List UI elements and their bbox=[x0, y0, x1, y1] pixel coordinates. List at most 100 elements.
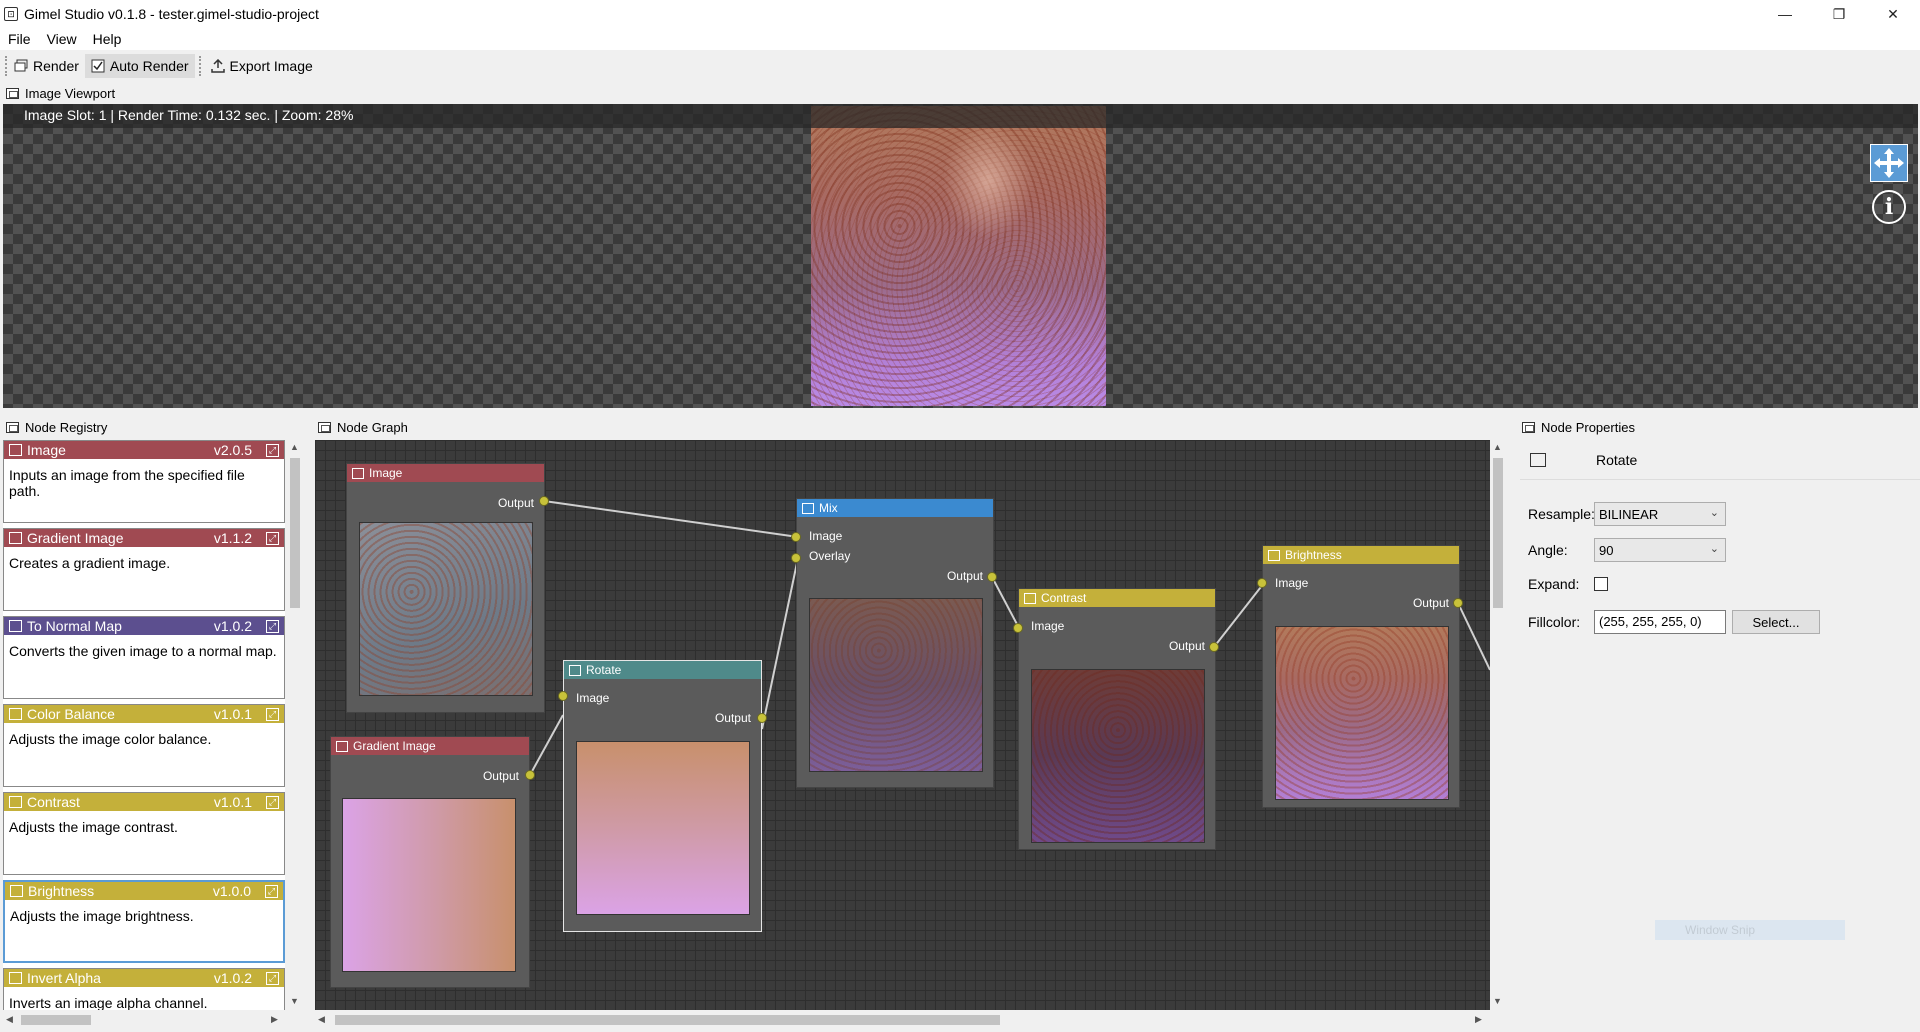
scrollbar-thumb[interactable] bbox=[335, 1015, 1000, 1025]
registry-item-gradient-image[interactable]: Gradient Image v1.1.2 ⤢ Creates a gradie… bbox=[3, 528, 285, 611]
node-header: Rotate bbox=[564, 661, 761, 679]
registry-item-header: Brightness v1.0.0 ⤢ bbox=[5, 882, 283, 900]
maximize-button[interactable]: ❐ bbox=[1812, 0, 1866, 28]
menu-bar: File View Help bbox=[0, 28, 1920, 50]
fillcolor-field[interactable]: (255, 255, 255, 0) bbox=[1594, 610, 1726, 634]
rotate-input-socket[interactable] bbox=[558, 691, 568, 701]
expand-icon[interactable]: ⤢ bbox=[266, 795, 279, 809]
registry-item-color-balance[interactable]: Color Balance v1.0.1 ⤢ Adjusts the image… bbox=[3, 704, 285, 787]
registry-item-desc: Adjusts the image color balance. bbox=[9, 731, 212, 747]
image-node-icon bbox=[10, 885, 23, 897]
registry-title: Node Registry bbox=[25, 419, 108, 435]
registry-item-desc: Adjusts the image contrast. bbox=[9, 819, 178, 835]
minimize-button[interactable]: — bbox=[1758, 0, 1812, 28]
mix-output-socket[interactable] bbox=[987, 572, 997, 582]
registry-item-header: To Normal Map v1.0.2 ⤢ bbox=[4, 617, 284, 635]
expand-icon[interactable]: ⤢ bbox=[266, 619, 279, 633]
registry-vertical-scrollbar[interactable]: ▲ ▼ bbox=[287, 440, 303, 1010]
expand-icon[interactable]: ⤢ bbox=[265, 884, 278, 898]
node-contrast[interactable]: Contrast Image Output bbox=[1018, 588, 1216, 850]
scroll-right-icon[interactable]: ▶ bbox=[1475, 1014, 1482, 1025]
panel-icon bbox=[6, 421, 19, 433]
expand-icon[interactable]: ⤢ bbox=[266, 971, 279, 985]
auto-render-toggle[interactable]: Auto Render bbox=[84, 54, 195, 78]
image-output-socket[interactable] bbox=[539, 496, 549, 506]
rotate-output-socket[interactable] bbox=[757, 713, 767, 723]
contrast-input-socket[interactable] bbox=[1013, 623, 1023, 633]
export-icon bbox=[210, 59, 225, 73]
render-preview-image bbox=[811, 106, 1106, 406]
fillcolor-label: Fillcolor: bbox=[1528, 614, 1581, 630]
registry-horizontal-scrollbar[interactable]: ◀ ▶ bbox=[3, 1012, 287, 1028]
mix-overlay-socket[interactable] bbox=[791, 553, 801, 563]
registry-item-header: Gradient Image v1.1.2 ⤢ bbox=[4, 529, 284, 547]
move-icon[interactable] bbox=[1870, 144, 1908, 182]
graph-vertical-scrollbar[interactable]: ▲ ▼ bbox=[1490, 440, 1506, 1010]
window-title: Gimel Studio v0.1.8 - tester.gimel-studi… bbox=[24, 6, 319, 22]
node-graph[interactable]: Image Output Gradient Image Output Rotat… bbox=[315, 440, 1490, 1010]
info-icon[interactable]: i bbox=[1870, 188, 1908, 226]
node-gradient-image[interactable]: Gradient Image Output bbox=[330, 736, 530, 988]
image-viewport[interactable]: Image Slot: 1 | Render Time: 0.132 sec. … bbox=[3, 104, 1918, 408]
graph-panel-title: Node Graph bbox=[318, 418, 408, 436]
output-label: Output bbox=[482, 769, 519, 783]
expand-icon[interactable]: ⤢ bbox=[266, 707, 279, 721]
render-button[interactable]: Render bbox=[8, 54, 85, 78]
registry-item-image[interactable]: Image v2.0.5 ⤢ Inputs an image from the … bbox=[3, 440, 285, 523]
menu-view[interactable]: View bbox=[39, 31, 85, 47]
registry-item-invert-alpha[interactable]: Invert Alpha v1.0.2 ⤢ Inverts an image a… bbox=[3, 968, 285, 1010]
resample-select[interactable]: BILINEAR ⌄ bbox=[1594, 502, 1726, 526]
selected-node-name: Rotate bbox=[1596, 451, 1638, 468]
scroll-up-icon[interactable]: ▲ bbox=[290, 442, 299, 452]
node-mix[interactable]: Mix Image Overlay Output bbox=[796, 498, 994, 788]
scroll-down-icon[interactable]: ▼ bbox=[290, 996, 299, 1006]
image-node-icon bbox=[569, 664, 581, 676]
image-node-icon bbox=[9, 532, 22, 544]
node-header: Mix bbox=[797, 499, 993, 517]
image-node-icon bbox=[1268, 549, 1280, 561]
window-snip-overlay: Window Snip bbox=[1655, 920, 1845, 940]
registry-item-to-normal-map[interactable]: To Normal Map v1.0.2 ⤢ Converts the give… bbox=[3, 616, 285, 699]
node-rotate[interactable]: Rotate Image Output bbox=[563, 660, 762, 932]
expand-icon[interactable]: ⤢ bbox=[266, 531, 279, 545]
select-color-button[interactable]: Select... bbox=[1732, 610, 1820, 634]
registry-item-desc: Adjusts the image brightness. bbox=[10, 908, 194, 924]
contrast-output-socket[interactable] bbox=[1209, 642, 1219, 652]
scrollbar-thumb[interactable] bbox=[21, 1015, 91, 1025]
scrollbar-thumb[interactable] bbox=[1493, 458, 1503, 608]
gradient-output-socket[interactable] bbox=[525, 770, 535, 780]
brightness-output-socket[interactable] bbox=[1453, 598, 1463, 608]
expand-checkbox[interactable] bbox=[1594, 577, 1608, 591]
toolbar: Render Auto Render Export Image bbox=[0, 51, 1920, 81]
registry-item-contrast[interactable]: Contrast v1.0.1 ⤢ Adjusts the image cont… bbox=[3, 792, 285, 875]
registry-item-desc: Inputs an image from the specified file … bbox=[9, 467, 245, 499]
scroll-up-icon[interactable]: ▲ bbox=[1493, 442, 1502, 452]
node-image[interactable]: Image Output bbox=[346, 463, 545, 713]
window-controls: — ❐ ✕ bbox=[1758, 0, 1920, 28]
menu-help[interactable]: Help bbox=[85, 31, 130, 47]
scroll-down-icon[interactable]: ▼ bbox=[1493, 996, 1502, 1006]
properties-panel-title: Node Properties bbox=[1522, 418, 1635, 436]
expand-label: Expand: bbox=[1528, 576, 1580, 592]
graph-horizontal-scrollbar[interactable]: ◀ ▶ bbox=[315, 1012, 1490, 1028]
close-button[interactable]: ✕ bbox=[1866, 0, 1920, 28]
registry-item-brightness[interactable]: Brightness v1.0.0 ⤢ Adjusts the image br… bbox=[3, 880, 285, 963]
expand-icon[interactable]: ⤢ bbox=[266, 443, 279, 457]
node-brightness[interactable]: Brightness Image Output bbox=[1262, 545, 1460, 808]
menu-file[interactable]: File bbox=[0, 31, 39, 47]
registry-item-header: Image v2.0.5 ⤢ bbox=[4, 441, 284, 459]
fillcolor-row: Fillcolor: (255, 255, 255, 0) Select... bbox=[1528, 610, 1820, 634]
scroll-left-icon[interactable]: ◀ bbox=[6, 1014, 13, 1025]
node-properties: Rotate Resample: BILINEAR ⌄ Angle: 90 ⌄ … bbox=[1520, 440, 1920, 1032]
scrollbar-thumb[interactable] bbox=[290, 458, 300, 608]
brightness-input-socket[interactable] bbox=[1257, 578, 1267, 588]
output-label: Output bbox=[497, 496, 534, 510]
angle-select[interactable]: 90 ⌄ bbox=[1594, 538, 1726, 562]
image-node-icon bbox=[9, 620, 22, 632]
registry-item-desc: Creates a gradient image. bbox=[9, 555, 171, 571]
scroll-left-icon[interactable]: ◀ bbox=[318, 1014, 325, 1025]
export-image-button[interactable]: Export Image bbox=[205, 54, 319, 78]
mix-image-socket[interactable] bbox=[791, 532, 801, 542]
scroll-right-icon[interactable]: ▶ bbox=[271, 1014, 278, 1025]
expand-row: Expand: bbox=[1528, 576, 1608, 592]
